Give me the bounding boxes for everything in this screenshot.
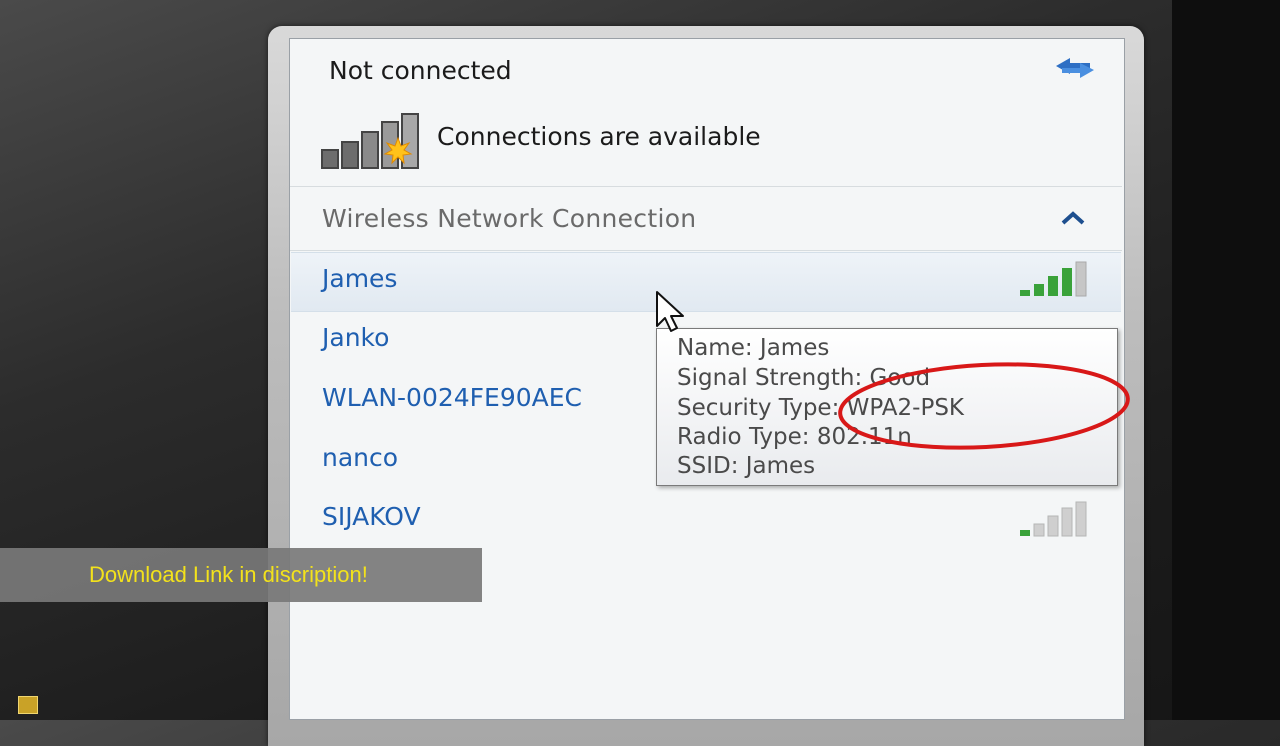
taskbar-app-icon[interactable] (18, 696, 38, 714)
mouse-pointer-icon (656, 291, 684, 332)
network-item-wlan[interactable]: WLAN-0024FE90AEC (322, 383, 582, 412)
highlight-ellipse (838, 362, 1130, 450)
connections-available-text: Connections are available (437, 122, 761, 151)
section-title-wireless[interactable]: Wireless Network Connection (322, 204, 696, 233)
network-item-janko[interactable]: Janko (322, 323, 389, 352)
network-row-hovered[interactable] (291, 252, 1121, 312)
connection-status-title: Not connected (329, 56, 512, 85)
divider (290, 186, 1122, 187)
divider (290, 250, 1122, 251)
network-item-sijakov[interactable]: SIJAKOV (322, 502, 421, 531)
background-right (1172, 0, 1280, 720)
refresh-arrows-icon[interactable] (1050, 52, 1100, 84)
chevron-up-icon[interactable] (1058, 208, 1088, 228)
signal-strength-icon (1020, 501, 1087, 537)
banner-text: Download Link in discription! (89, 562, 368, 587)
tooltip-ssid: SSID: James (677, 453, 816, 479)
network-item-james[interactable]: James (322, 264, 397, 293)
wireless-signal-available-icon (321, 113, 419, 169)
network-item-nanco[interactable]: nanco (322, 443, 398, 472)
tooltip-name: Name: James (677, 335, 830, 361)
signal-strength-icon (1020, 261, 1087, 297)
